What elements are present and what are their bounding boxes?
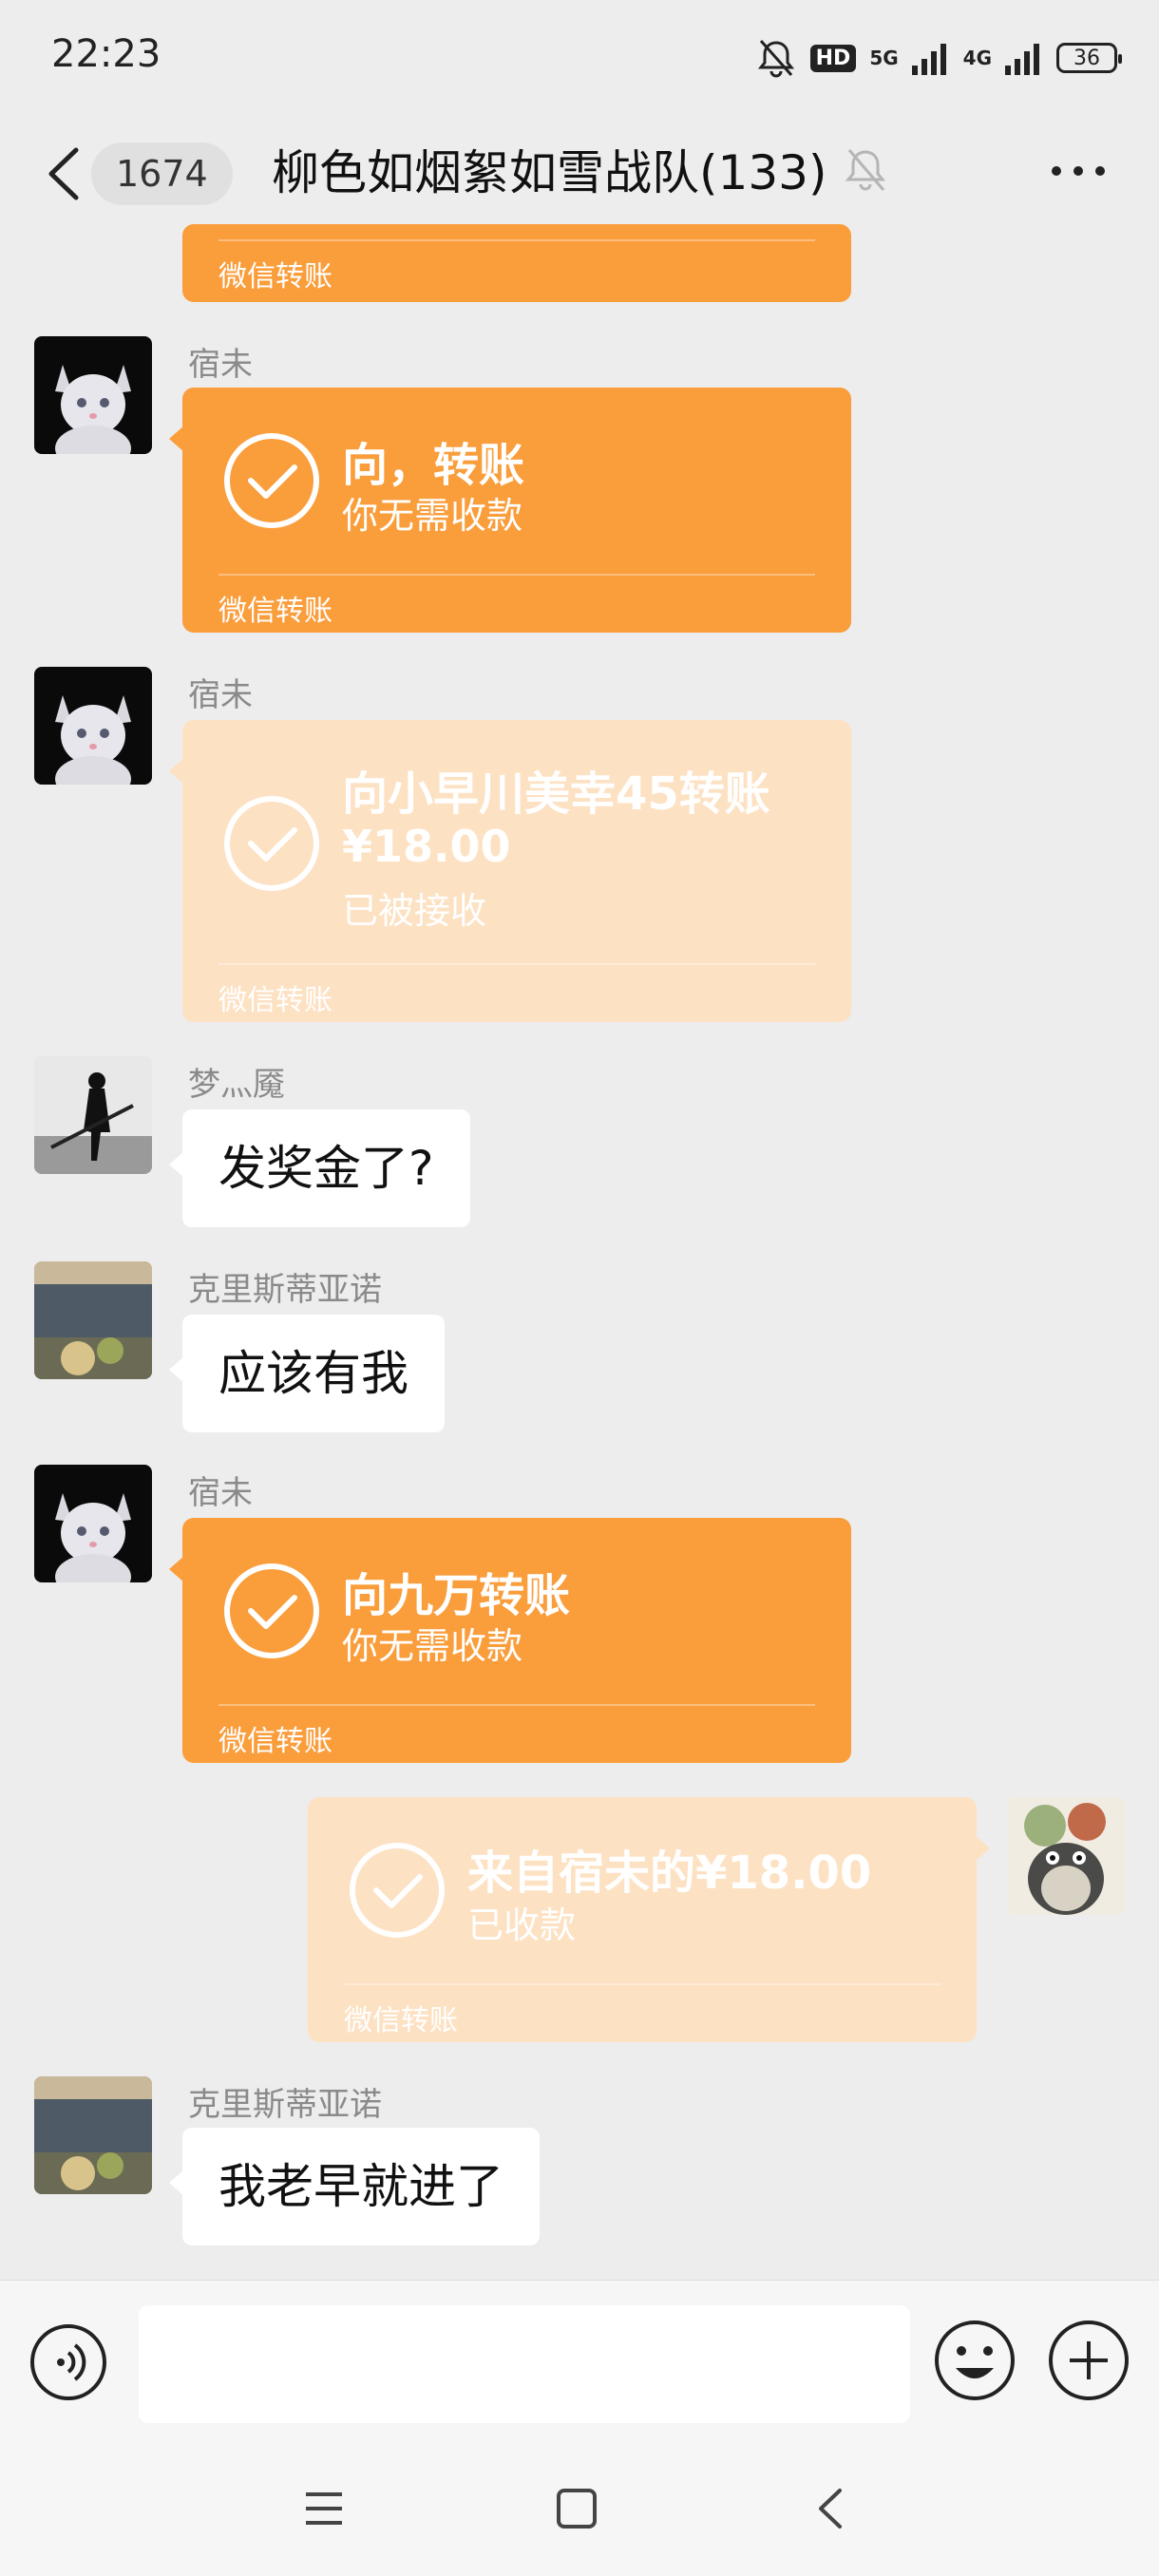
transfer-check-icon: [224, 433, 319, 528]
voice-icon[interactable]: [28, 2322, 108, 2402]
battery-icon: 36: [1056, 43, 1122, 73]
status-time: 22:23: [51, 32, 162, 76]
back-icon[interactable]: [808, 2485, 855, 2532]
seaside-avatar-image: [34, 1261, 152, 1379]
signal-5g-icon: [911, 44, 946, 75]
transfer-divider: [218, 1704, 815, 1706]
avatar-self-totoro[interactable]: [1007, 1797, 1125, 1915]
text-message[interactable]: 发奖金了?: [169, 1109, 470, 1227]
bell-off-icon: [757, 40, 794, 78]
status-icons: HD 5G 4G 36: [755, 34, 1122, 82]
sender-name: 克里斯蒂亚诺: [188, 1271, 382, 1309]
more-dots-icon[interactable]: [1045, 142, 1112, 199]
chat-header: 1674 柳色如烟絮如雪战队(133): [0, 114, 1159, 237]
bubble-tail: [169, 426, 184, 452]
cat-avatar-image: [34, 667, 152, 785]
avatar-cat[interactable]: [34, 336, 152, 454]
transfer-footer: 微信转账: [218, 984, 332, 1017]
input-bar: [0, 2280, 1159, 2442]
cat-avatar-image: [34, 1465, 152, 1582]
seaside-avatar-image: [34, 2076, 152, 2194]
text-message[interactable]: 我老早就进了: [169, 2128, 540, 2245]
transfer-check-icon: [224, 1563, 319, 1658]
transfer-status: 已收款: [467, 1904, 577, 1946]
transfer-divider: [218, 963, 815, 965]
avatar-cat[interactable]: [34, 1465, 152, 1582]
emoji-icon[interactable]: [933, 2319, 1016, 2402]
transfer-divider: [218, 574, 815, 576]
cat-avatar-image: [34, 336, 152, 454]
transfer-status: 已被接收: [342, 890, 487, 932]
transfer-footer: 微信转账: [218, 260, 332, 294]
status-bar: 22:23 HD 5G 4G 36: [0, 0, 1159, 114]
plus-icon[interactable]: [1047, 2319, 1130, 2402]
sender-name: 克里斯蒂亚诺: [188, 2086, 382, 2124]
home-icon[interactable]: [553, 2485, 600, 2532]
bubble-tail: [169, 758, 184, 785]
bubble-tail: [169, 1556, 184, 1582]
system-nav-bar: [0, 2441, 1159, 2576]
avatar-swordsman[interactable]: [34, 1056, 152, 1174]
transfer-card[interactable]: 微信转账: [182, 224, 851, 302]
transfer-card-outgoing[interactable]: 来自宿未的¥18.00 已收款 微信转账: [308, 1797, 990, 2042]
hd-icon: HD: [809, 44, 857, 72]
unread-count-badge[interactable]: 1674: [91, 142, 233, 205]
transfer-card[interactable]: 向小早川美幸45转账 ¥18.00 已被接收 微信转账: [169, 720, 851, 1022]
transfer-footer: 微信转账: [218, 595, 332, 628]
bubble-tail: [975, 1835, 990, 1862]
sender-name: 梦灬魇: [188, 1066, 285, 1104]
transfer-footer: 微信转账: [344, 2004, 458, 2037]
text-message[interactable]: 应该有我: [169, 1315, 445, 1432]
muted-bell-icon: [845, 149, 886, 191]
transfer-card[interactable]: 向，转账 你无需收款 微信转账: [169, 388, 851, 633]
avatar-seaside[interactable]: [34, 2076, 152, 2194]
transfer-divider: [218, 239, 815, 241]
sender-name: 宿未: [188, 346, 253, 384]
avatar-cat[interactable]: [34, 667, 152, 785]
transfer-title: 向，转账: [342, 439, 525, 492]
swordsman-avatar-image: [34, 1056, 152, 1174]
transfer-title: 向九万转账: [342, 1569, 571, 1622]
signal-4g-label: 4G: [962, 47, 992, 69]
message-input[interactable]: [139, 2305, 910, 2423]
transfer-status: 你无需收款: [342, 495, 523, 537]
transfer-title: 向小早川美幸45转账: [342, 767, 770, 821]
transfer-divider: [344, 1983, 940, 1985]
signal-4g-icon: [1005, 44, 1039, 75]
chat-title: 柳色如烟絮如雪战队(133): [272, 145, 827, 200]
transfer-title: 来自宿未的¥18.00: [467, 1847, 872, 1900]
avatar-seaside[interactable]: [34, 1261, 152, 1379]
back-chevron-icon[interactable]: [38, 141, 95, 207]
menu-icon[interactable]: [300, 2485, 348, 2532]
transfer-footer: 微信转账: [218, 1725, 332, 1758]
sender-name: 宿未: [188, 1474, 253, 1512]
battery-level: 36: [1074, 46, 1100, 70]
transfer-check-icon: [350, 1843, 445, 1938]
totoro-avatar-image: [1007, 1797, 1125, 1915]
signal-5g-label: 5G: [869, 47, 899, 69]
transfer-check-icon: [224, 796, 319, 891]
sender-name: 宿未: [188, 676, 253, 714]
transfer-amount: ¥18.00: [342, 821, 511, 872]
transfer-card[interactable]: 向九万转账 你无需收款 微信转账: [169, 1518, 851, 1763]
transfer-status: 你无需收款: [342, 1625, 523, 1667]
